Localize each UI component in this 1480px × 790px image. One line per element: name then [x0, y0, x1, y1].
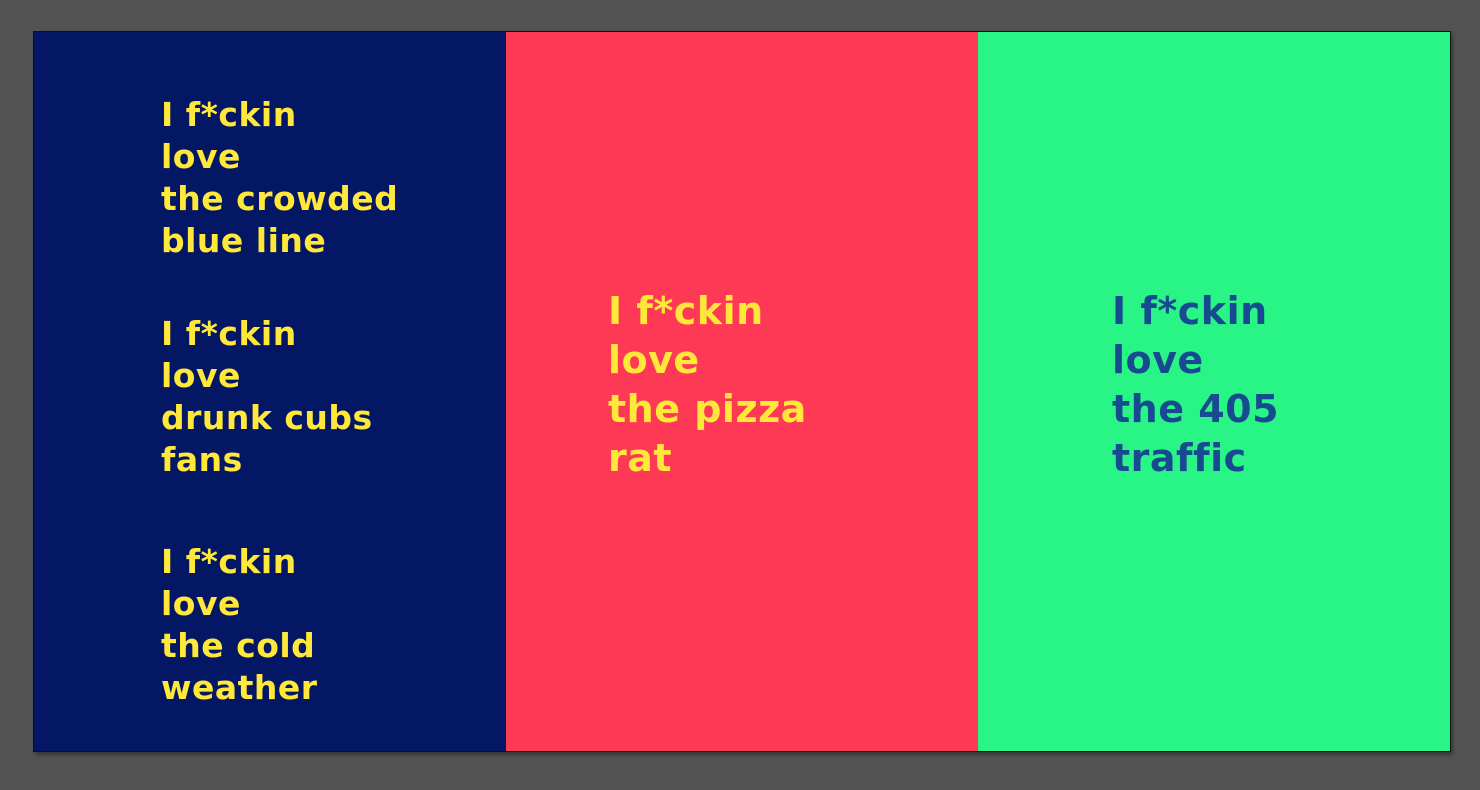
text-line: the cold [161, 626, 316, 665]
text-block-blue-line: I f*ckin love the crowded blue line [161, 94, 398, 262]
text-line: the crowded [161, 179, 399, 218]
text-line: blue line [161, 221, 327, 260]
artboard: I f*ckin love the crowded blue line I f*… [33, 31, 1451, 752]
text-block-pizza-rat: I f*ckin love the pizza rat [608, 287, 807, 483]
text-line: I f*ckin [161, 542, 297, 581]
text-line: love [161, 584, 241, 623]
text-line: the pizza [608, 387, 807, 431]
text-line: love [161, 137, 241, 176]
text-line: love [1112, 338, 1204, 382]
text-line: I f*ckin [608, 289, 764, 333]
text-block-cold-weather: I f*ckin love the cold weather [161, 541, 318, 709]
text-line: I f*ckin [161, 95, 297, 134]
text-block-cubs-fans: I f*ckin love drunk cubs fans [161, 313, 373, 481]
left-panel: I f*ckin love the crowded blue line I f*… [34, 32, 506, 751]
text-line: love [608, 338, 700, 382]
text-line: fans [161, 440, 243, 479]
text-block-405-traffic: I f*ckin love the 405 traffic [1112, 287, 1279, 483]
text-line: traffic [1112, 436, 1247, 480]
text-line: I f*ckin [1112, 289, 1268, 333]
text-line: rat [608, 436, 673, 480]
text-line: love [161, 356, 241, 395]
text-line: I f*ckin [161, 314, 297, 353]
text-line: drunk cubs [161, 398, 373, 437]
text-line: the 405 [1112, 387, 1280, 431]
middle-panel: I f*ckin love the pizza rat [506, 32, 978, 751]
right-panel: I f*ckin love the 405 traffic [978, 32, 1450, 751]
text-line: weather [161, 668, 318, 707]
